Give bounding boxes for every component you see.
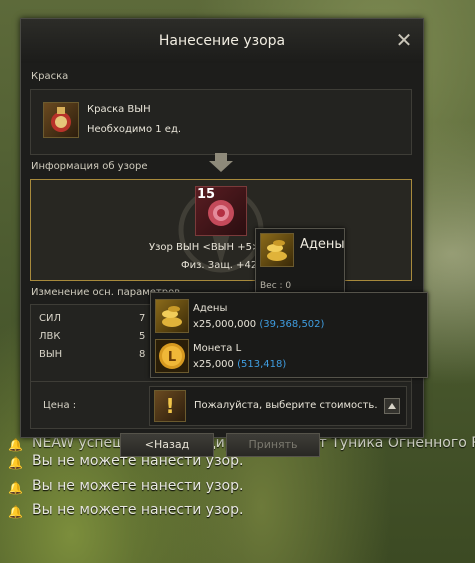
down-arrow-icon [207, 153, 235, 173]
expand-up-icon[interactable] [384, 398, 400, 414]
adena-icon [260, 233, 294, 267]
adena-icon [155, 299, 189, 333]
price-prompt: Пожалуйста, выберите стоимость. [194, 400, 378, 411]
pattern-section-label: Информация об узоре [31, 161, 148, 172]
option-name: Адены [193, 303, 228, 314]
close-icon[interactable]: ✕ [393, 29, 415, 51]
chat-bell-icon: 🔔 [8, 505, 23, 519]
window-title: Нанесение узора [21, 19, 423, 63]
chat-line: 🔔 Вы не можете нанести узор. [4, 502, 304, 522]
confirm-button[interactable]: Принять [226, 433, 320, 457]
option-owned: (39,368,502) [259, 319, 325, 330]
dye-item-name: Краска ВЫН [87, 104, 151, 115]
tooltip-weight: Вес : 0 [260, 281, 292, 291]
chat-bell-icon: 🔔 [8, 456, 23, 470]
back-button[interactable]: <Назад [120, 433, 214, 457]
dye-panel: Краска ВЫН Необходимо 1 ед. [30, 89, 412, 155]
tooltip-title: Адены [300, 237, 345, 252]
coin-l-icon: L [155, 339, 189, 373]
chat-text: Вы не можете нанести узор. [32, 502, 244, 518]
option-owned: (513,418) [237, 359, 287, 370]
pattern-panel: 15 Узор ВЫН <ВЫН +5> Физ. Защ. +42 [30, 179, 412, 281]
price-options-menu: Адены x25,000,000 (39,368,502) L Монета … [150, 292, 428, 378]
stat-label: ЛВК [39, 331, 61, 342]
dye-section-label: Краска [31, 71, 69, 82]
price-panel: Цена : ! Пожалуйста, выберите стоимость. [30, 381, 412, 429]
svg-text:L: L [168, 350, 176, 365]
price-option-adena[interactable]: Адены x25,000,000 (39,368,502) [153, 297, 423, 335]
option-amount-value: x25,000,000 [193, 319, 257, 330]
chat-text: Вы не можете нанести узор. [32, 478, 244, 494]
option-amount: x25,000 (513,418) [193, 359, 286, 370]
pattern-item-icon[interactable]: 15 [195, 186, 247, 236]
stat-value: 7 [139, 313, 146, 324]
option-name: Монета L [193, 343, 242, 354]
stat-label: СИЛ [39, 313, 61, 324]
dye-item-icon[interactable] [43, 102, 79, 138]
pattern-name: Узор ВЫН <ВЫН +5> [149, 242, 261, 253]
option-amount-value: x25,000 [193, 359, 234, 370]
chat-bell-icon: 🔔 [8, 481, 23, 495]
pattern-effect: Физ. Защ. +42 [181, 260, 258, 271]
adena-tooltip: Адены Вес : 0 [255, 228, 345, 296]
stat-label: ВЫН [39, 349, 63, 360]
chat-bell-icon: 🔔 [8, 438, 23, 452]
price-option-coin-l[interactable]: L Монета L x25,000 (513,418) [153, 337, 423, 375]
pattern-level-badge: 15 [197, 187, 216, 202]
option-amount: x25,000,000 (39,368,502) [193, 319, 324, 330]
price-label: Цена : [43, 400, 77, 411]
chat-line: 🔔 Вы не можете нанести узор. [4, 478, 304, 498]
stat-value: 8 [139, 349, 146, 360]
dye-item-requirement: Необходимо 1 ед. [87, 124, 182, 135]
exclamation-icon: ! [154, 390, 186, 422]
price-selector[interactable]: ! Пожалуйста, выберите стоимость. [149, 386, 407, 426]
stat-value: 5 [139, 331, 146, 342]
